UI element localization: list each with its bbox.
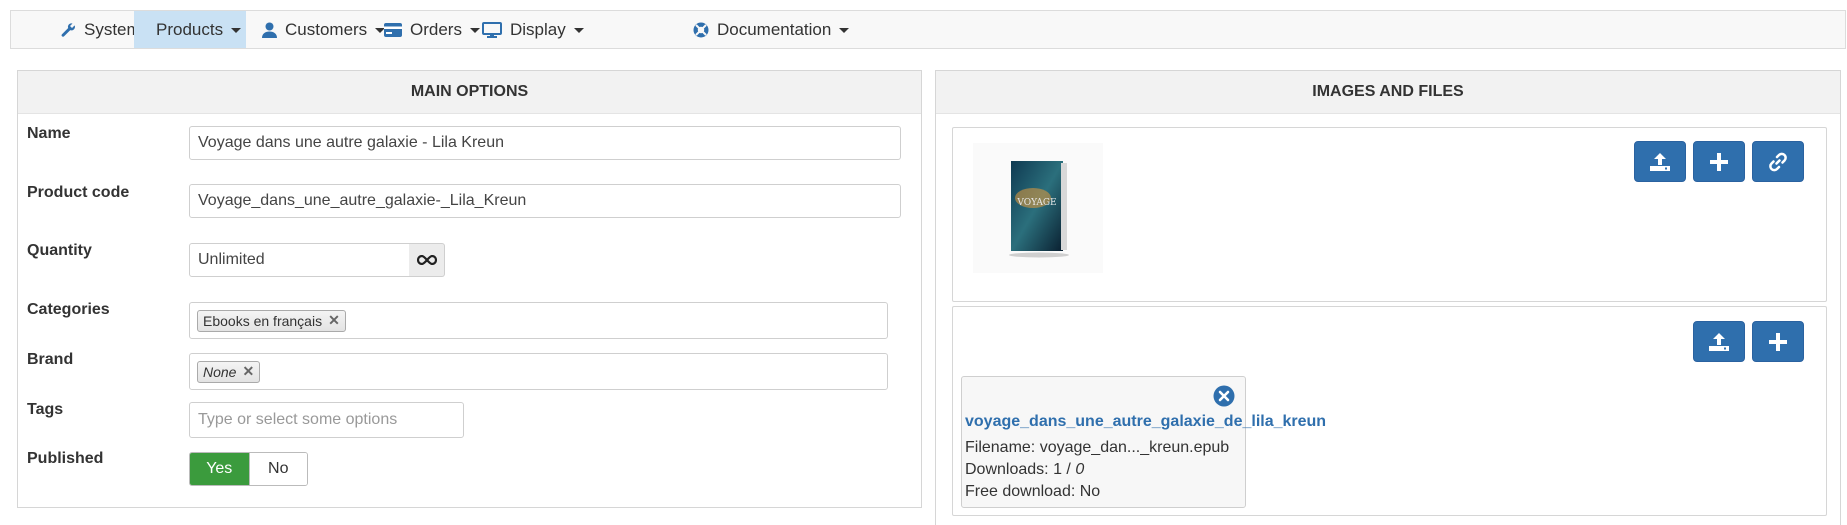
nav-documentation-label: Documentation	[717, 19, 832, 39]
images-files-panel: IMAGES AND FILES VOYAGE voyage_dans_une_…	[935, 70, 1841, 525]
add-image-button[interactable]	[1693, 141, 1745, 182]
published-toggle: Yes No	[189, 452, 308, 486]
link-icon	[1769, 152, 1787, 171]
brand-label: Brand	[27, 351, 74, 368]
name-input[interactable]: Voyage dans une autre galaxie - Lila Kre…	[189, 126, 901, 160]
close-icon[interactable]: ✕	[328, 312, 340, 329]
free-download-label: Free download:	[965, 483, 1076, 500]
published-no-button[interactable]: No	[248, 453, 307, 485]
quantity-label: Quantity	[27, 242, 92, 259]
plus-icon	[1710, 152, 1728, 171]
nav-products[interactable]: Products	[134, 11, 246, 48]
chevron-down-icon	[231, 28, 242, 33]
user-icon	[262, 22, 277, 38]
add-file-button[interactable]	[1752, 321, 1804, 362]
chevron-down-icon	[573, 28, 584, 33]
main-options-title: MAIN OPTIONS	[18, 71, 921, 114]
svg-text:VOYAGE: VOYAGE	[1016, 198, 1056, 208]
wrench-icon	[61, 22, 75, 37]
tags-input[interactable]: Type or select some options	[189, 402, 464, 438]
images-files-title: IMAGES AND FILES	[936, 71, 1840, 114]
free-download-value: No	[1079, 483, 1101, 500]
upload-icon	[1650, 152, 1670, 171]
top-navbar: System Products Customers Orders Display…	[10, 10, 1846, 49]
downloads-separator: /	[1066, 461, 1071, 478]
downloads-label: Downloads:	[965, 461, 1049, 478]
book-cover-image: VOYAGE	[1009, 161, 1069, 258]
images-box: VOYAGE	[952, 127, 1827, 302]
link-image-button[interactable]	[1752, 141, 1804, 182]
lifebuoy-icon	[693, 22, 709, 37]
nav-display[interactable]: Display	[468, 11, 598, 48]
product-image[interactable]: VOYAGE	[973, 143, 1103, 273]
chevron-down-icon	[839, 28, 850, 33]
filename-label: Filename:	[965, 439, 1036, 456]
filename-value: voyage_dan..._kreun.epub	[1039, 439, 1230, 456]
nav-orders-label: Orders	[410, 19, 462, 39]
file-title-link[interactable]: voyage_dans_une_autre_galaxie_de_lila_kr…	[965, 413, 1326, 431]
file-downloads-line: Downloads: 1 / 0	[965, 461, 1084, 479]
plus-icon	[1769, 332, 1787, 351]
nav-products-label: Products	[156, 19, 224, 39]
upload-icon	[1709, 332, 1729, 351]
tags-placeholder: Type or select some options	[198, 411, 398, 428]
upload-file-button[interactable]	[1693, 321, 1745, 362]
nav-system-label: System	[84, 19, 141, 39]
file-free-download-line: Free download: No	[965, 483, 1100, 501]
name-label: Name	[27, 125, 71, 142]
tags-label: Tags	[27, 401, 64, 418]
downloads-value: 1	[1053, 461, 1062, 478]
main-options-panel: MAIN OPTIONS Name Voyage dans une autre …	[17, 70, 922, 508]
published-yes-button[interactable]: Yes	[190, 453, 249, 485]
quantity-unlimited-toggle[interactable]	[409, 243, 445, 277]
files-box: voyage_dans_une_autre_galaxie_de_lila_kr…	[952, 306, 1827, 516]
brand-chip-label: None	[203, 363, 237, 380]
file-card: voyage_dans_une_autre_galaxie_de_lila_kr…	[961, 376, 1326, 508]
close-icon[interactable]: ✕	[242, 363, 254, 380]
category-chip-label: Ebooks en français	[203, 312, 323, 329]
brand-select[interactable]: None ✕	[189, 353, 888, 390]
infinity-icon	[416, 255, 437, 265]
product-code-input[interactable]: Voyage_dans_une_autre_galaxie-_Lila_Kreu…	[189, 184, 901, 218]
category-chip: Ebooks en français ✕	[197, 309, 346, 332]
published-label: Published	[27, 450, 104, 467]
quantity-input[interactable]: Unlimited	[189, 243, 410, 277]
brand-chip: None ✕	[197, 360, 261, 383]
categories-select[interactable]: Ebooks en français ✕	[189, 302, 888, 339]
remove-file-icon[interactable]	[1213, 385, 1235, 407]
categories-label: Categories	[27, 301, 110, 318]
product-code-label: Product code	[27, 184, 130, 201]
credit-card-icon	[384, 22, 402, 37]
nav-documentation[interactable]: Documentation	[679, 11, 863, 48]
nav-display-label: Display	[510, 19, 566, 39]
upload-image-button[interactable]	[1634, 141, 1686, 182]
nav-customers-label: Customers	[285, 19, 368, 39]
monitor-icon	[482, 21, 502, 38]
downloads-max: 0	[1075, 461, 1085, 478]
file-filename-line: Filename: voyage_dan..._kreun.epub	[965, 439, 1229, 457]
